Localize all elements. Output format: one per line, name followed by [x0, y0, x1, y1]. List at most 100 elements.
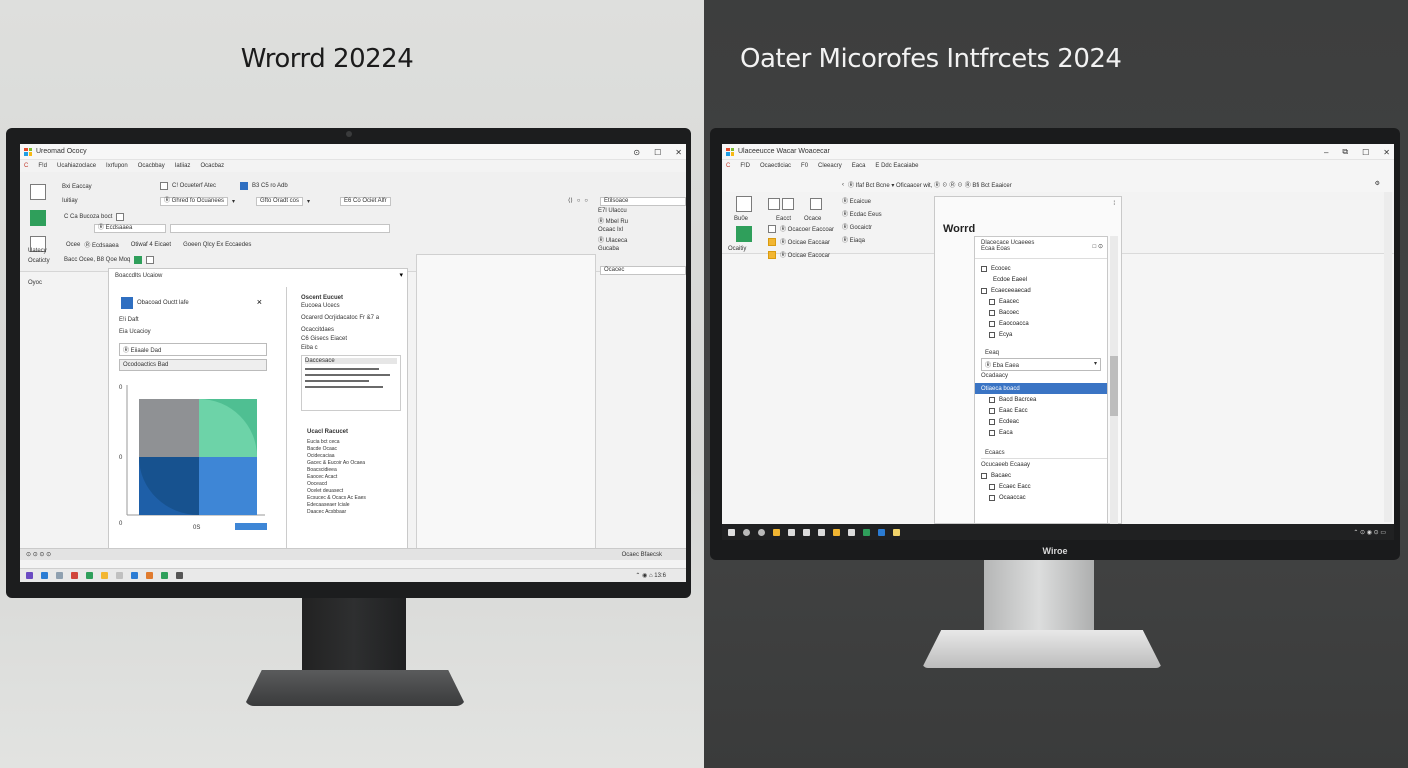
- nav-item-c-3[interactable]: Eaca: [975, 427, 1107, 438]
- close-icon[interactable]: ✕: [675, 148, 682, 157]
- document-icon[interactable]: [736, 196, 752, 212]
- nav-item-a-2[interactable]: Ecaeceeaecad: [975, 285, 1107, 296]
- taskbar-notes-icon[interactable]: [893, 528, 900, 536]
- ribbon-col-c-2[interactable]: Ⓡ Gocaictr: [842, 222, 882, 231]
- status-icons[interactable]: ⊙ ⊙ ⊙ ⊙: [26, 551, 51, 558]
- image-icon[interactable]: [30, 210, 46, 226]
- taskbar-app3-icon[interactable]: [818, 528, 825, 536]
- taskbar-tray[interactable]: ⌃ ⊙ ◉ ⊙ ▭: [1353, 529, 1386, 536]
- side-list-0[interactable]: E7l Ulaccu: [598, 208, 628, 214]
- nav-item-d-0[interactable]: Bacaec: [975, 470, 1107, 481]
- menu-item-4[interactable]: Cleeacry: [818, 163, 842, 169]
- nav-scrollbar[interactable]: [1110, 236, 1118, 524]
- nav-item-c-2[interactable]: Ecdeac: [975, 416, 1107, 427]
- taskbar-excel-icon[interactable]: [863, 528, 870, 536]
- menu-item-0[interactable]: C: [24, 163, 28, 169]
- document-icon[interactable]: [30, 184, 46, 200]
- nav-item-c-0[interactable]: Bacd Bacrcea: [975, 394, 1107, 405]
- taskbar-app4-icon[interactable]: [833, 528, 840, 536]
- nav-item-a-1[interactable]: Ecdoe Eaeel: [975, 274, 1107, 285]
- nav-item-d-2[interactable]: Ocaaccac: [975, 492, 1107, 503]
- nav-item-a-0[interactable]: Ecocec: [975, 263, 1107, 274]
- menu-item-1[interactable]: F!D: [740, 163, 750, 169]
- side-list-1[interactable]: Ⓡ Mbel Ru: [598, 216, 628, 225]
- nav-item-d-1[interactable]: Ecaec Eacc: [975, 481, 1107, 492]
- menu-item-6[interactable]: E Ddc Eacaiabe: [875, 163, 918, 169]
- taskbar-app2-icon[interactable]: [803, 528, 810, 536]
- back-icon[interactable]: ⟨⟩: [568, 197, 573, 204]
- ribbon-row-a[interactable]: C! Ocueterf Atec: [160, 182, 216, 190]
- menu-item-6[interactable]: Ocacbaz: [200, 163, 224, 169]
- taskbar-folder-icon[interactable]: [101, 572, 108, 579]
- main-scrollbar[interactable]: [1384, 192, 1392, 522]
- circle-icon-2[interactable]: ○: [584, 198, 588, 204]
- close-icon[interactable]: ✕: [1383, 148, 1390, 157]
- menu-item-3[interactable]: Ixrfupon: [106, 163, 128, 169]
- side-list-4[interactable]: Gucaba: [598, 246, 628, 252]
- menu-item-3[interactable]: F0: [801, 163, 808, 169]
- taskbar-app-icon[interactable]: [788, 528, 795, 536]
- quick-access-bar[interactable]: ‹ Ⓡ Ifaf Bct Bcne ▾ Oficaacer wit, Ⓡ ☉ Ⓡ…: [842, 180, 1012, 190]
- ribbon-col-c-3[interactable]: Ⓡ Eiaqa: [842, 235, 882, 244]
- ribbon-search[interactable]: Etilsoace: [600, 197, 686, 206]
- circle-icon[interactable]: ○: [577, 198, 581, 204]
- taskbar-search-icon[interactable]: [743, 528, 750, 536]
- taskbar-folder-icon[interactable]: [773, 528, 780, 536]
- taskbar-word-icon[interactable]: [878, 528, 885, 536]
- menu-item-4[interactable]: Ocacbbay: [138, 163, 165, 169]
- nav-item-b-1[interactable]: Bacoec: [975, 307, 1107, 318]
- toolbar-field-a[interactable]: Ⓡ Ecdsaaea: [94, 224, 166, 233]
- ribbon-col-d-2[interactable]: Ⓡ Ocicae Eacocar: [768, 250, 834, 259]
- nav-dropdown[interactable]: Ⓡ Eba Eaea ▾: [981, 358, 1101, 371]
- taskbar-ppt-icon[interactable]: [146, 572, 153, 579]
- ribbon-row-e[interactable]: E6 Co Ociet Alfr: [340, 197, 391, 206]
- nav-item-selected[interactable]: Otiaeca boacd: [975, 383, 1107, 394]
- side-list-3[interactable]: Ⓡ Ulaceca: [598, 235, 628, 244]
- taskbar-edge-icon[interactable]: [131, 572, 138, 579]
- nav-scroll-thumb[interactable]: [1110, 356, 1118, 416]
- ribbon-row-b[interactable]: Ⓡ Ghred fo Ocuanees ▾: [160, 197, 235, 206]
- taskbar-start-icon[interactable]: [728, 528, 735, 536]
- taskbar-task-icon[interactable]: [758, 528, 765, 536]
- taskbar-explorer-icon[interactable]: [56, 572, 63, 579]
- back-icon[interactable]: ‹: [842, 182, 844, 188]
- toolbar-label-c[interactable]: Goeen Qlcy Ex Eccaedes: [183, 242, 251, 248]
- taskbar-mail-icon[interactable]: [71, 572, 78, 579]
- taskbar-app-icon[interactable]: [26, 572, 33, 579]
- nav-item-c-1[interactable]: Eaac Eacc: [975, 405, 1107, 416]
- ribbon-side-bottom[interactable]: Ocacec: [600, 266, 686, 275]
- maximize-icon[interactable]: ☐: [1362, 148, 1369, 157]
- ribbon-row-d[interactable]: B3 C5 ro Adb: [240, 182, 288, 190]
- menu-item-2[interactable]: Ucahiazoclace: [57, 163, 96, 169]
- chevron-down-icon[interactable]: ▾: [399, 271, 403, 279]
- maximize-icon[interactable]: ☐: [654, 148, 661, 157]
- toolbar-label-a2[interactable]: Ⓡ Ecdsaaea: [84, 240, 118, 249]
- list-icon[interactable]: [782, 198, 794, 210]
- menu-item-5[interactable]: Eaca: [852, 163, 866, 169]
- ribbon-col-d-1[interactable]: Ⓡ Ocicae Eaccaar: [768, 237, 834, 246]
- spell-icon[interactable]: [134, 256, 143, 264]
- toolbar-field-b[interactable]: [170, 224, 390, 233]
- taskbar-terminal-icon[interactable]: [176, 572, 183, 579]
- ribbon-col-c-1[interactable]: Ⓡ Ecdac Eeus: [842, 209, 882, 218]
- nav-item-b-0[interactable]: Eaacec: [975, 296, 1107, 307]
- minimize-icon[interactable]: ⊙: [633, 148, 640, 157]
- ribbon-row-c[interactable]: Gfto Oradt cos ▾: [256, 197, 310, 206]
- taskbar-app5-icon[interactable]: [848, 528, 855, 536]
- menu-item-1[interactable]: F!d: [38, 163, 47, 169]
- grid-icon[interactable]: [810, 198, 822, 210]
- taskbar-excel-icon[interactable]: [86, 572, 93, 579]
- table-icon[interactable]: [768, 198, 780, 210]
- settings-icon[interactable]: ⚙: [1375, 180, 1380, 187]
- dialog-close-icon[interactable]: ×: [257, 297, 262, 307]
- nav-pane-close-icon[interactable]: □ ⊙: [1093, 243, 1103, 250]
- taskbar-word-icon[interactable]: [41, 572, 48, 579]
- taskbar-store-icon[interactable]: [161, 572, 168, 579]
- side-list-2[interactable]: Ocaac Ixl: [598, 227, 628, 233]
- menu-item-2[interactable]: Ocaectlciac: [760, 163, 791, 169]
- ribbon-nav-icons[interactable]: ⟨⟩ ○ ○: [568, 197, 588, 205]
- dialog-select[interactable]: Ocodoactics Bad: [119, 359, 267, 371]
- nav-item-b-3[interactable]: Ecya: [975, 329, 1107, 340]
- taskbar-settings-icon[interactable]: [116, 572, 123, 579]
- minimize-icon[interactable]: –: [1324, 148, 1328, 157]
